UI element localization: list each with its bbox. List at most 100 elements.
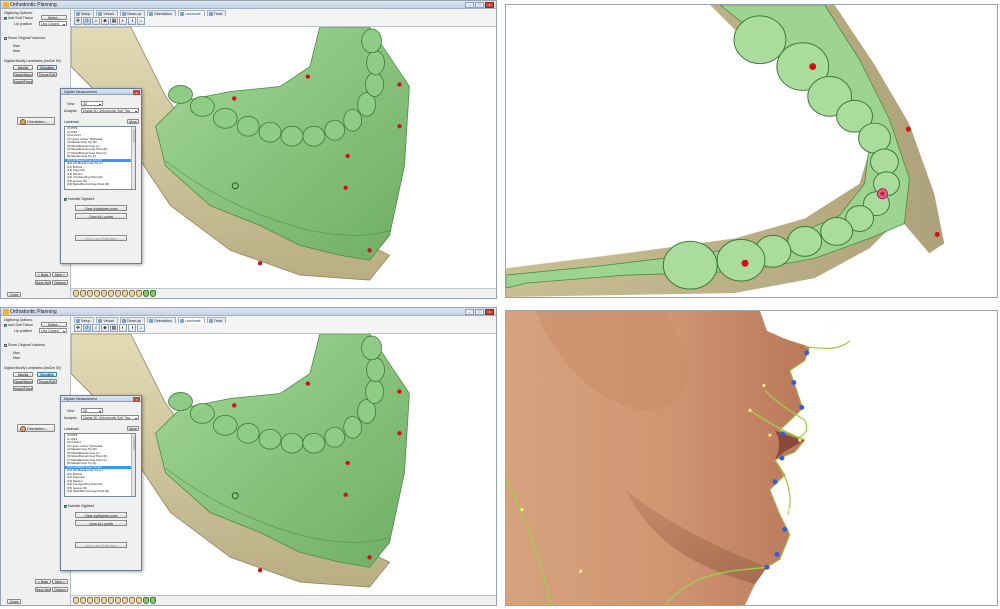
rotate-tool-icon[interactable]: ⟳ xyxy=(83,17,91,25)
tooth-icon[interactable] xyxy=(143,290,149,297)
options-button[interactable]: Options xyxy=(52,587,68,592)
tab-clean-up[interactable]: Clean-up xyxy=(119,317,146,323)
options-button[interactable]: Options xyxy=(52,280,68,285)
more-button[interactable]: More xyxy=(127,426,139,431)
tooth-icon[interactable] xyxy=(73,290,79,297)
add-soft-tissue-checkbox[interactable]: Add Soft Tissue xyxy=(4,323,33,327)
orientation-button[interactable]: Orientation... xyxy=(17,424,55,432)
grid-view-icon[interactable]: ▦ xyxy=(110,324,118,332)
back-button[interactable]: < Back xyxy=(35,272,51,277)
tab-virtual[interactable]: Virtual xyxy=(96,317,118,323)
side-view-icon[interactable]: ◑ xyxy=(128,17,136,25)
save-next-button[interactable]: Save Next xyxy=(35,587,51,592)
tooth-icon[interactable] xyxy=(87,290,93,297)
tooth-icon[interactable] xyxy=(108,290,114,297)
tooth-icon[interactable] xyxy=(115,290,121,297)
pan-tool-icon[interactable]: ✥ xyxy=(74,17,82,25)
skull-view-icon[interactable]: ☻ xyxy=(101,324,109,332)
list-scrollbar[interactable] xyxy=(131,434,135,496)
zoom-tool-icon[interactable]: ⌕ xyxy=(92,324,100,332)
home-icon[interactable]: ⌂ xyxy=(137,324,145,332)
tooth-icon[interactable] xyxy=(108,597,114,604)
tab-landmark[interactable]: Landmark xyxy=(177,317,205,323)
show-original-volumes-checkbox[interactable]: Show Original Volumes xyxy=(4,343,45,347)
nasal-button[interactable]: Nasal/Naso xyxy=(13,72,33,77)
tooth-icon[interactable] xyxy=(129,597,135,604)
tooth-icon[interactable] xyxy=(122,290,128,297)
nasal-button[interactable]: Nasal/Naso xyxy=(13,379,33,384)
save-next-button[interactable]: Save Next xyxy=(35,280,51,285)
undo-button[interactable]: Undo Last Digitization xyxy=(75,235,127,241)
lip-position-select[interactable]: Lips Closed xyxy=(39,328,67,333)
analysis-select[interactable]: Digital 3D Orthodontic Soft Tiss xyxy=(81,415,139,420)
tooth-icon[interactable] xyxy=(94,290,100,297)
tissue-button[interactable]: Tissue/Soft xyxy=(37,379,57,384)
maxilla-button[interactable]: Maxilla xyxy=(13,372,33,377)
clear-highlighted-button[interactable]: Clear highlighted point xyxy=(75,205,127,211)
tooth-icon[interactable] xyxy=(80,290,86,297)
list-item[interactable]: (16) MesioBuccal Cusp Point (R) xyxy=(65,182,135,187)
tab-orientation[interactable]: Orientation xyxy=(147,317,176,323)
select-button[interactable]: Select... xyxy=(41,322,67,327)
analysis-select[interactable]: Digital 3D Orthodontic Soft Tiss xyxy=(81,108,139,113)
landmark-list[interactable]: (0) PNS (1) ANS (2) A-Point (3) Upper In… xyxy=(64,433,136,497)
nodal-button[interactable]: Nodal/Fixed xyxy=(13,386,33,391)
tooth-icon[interactable] xyxy=(101,597,107,604)
nodal-button[interactable]: Nodal/Fixed xyxy=(13,79,33,84)
close-window-button[interactable]: × xyxy=(485,2,494,8)
view-select[interactable]: 3D xyxy=(81,101,103,106)
front-view-icon[interactable]: ◐ xyxy=(119,324,127,332)
tab-virtual[interactable]: Virtual xyxy=(96,10,118,16)
mandible-button[interactable]: Mandible xyxy=(37,372,57,377)
add-soft-tissue-checkbox[interactable]: Add Soft Tissue xyxy=(4,16,33,20)
rotate-tool-icon[interactable]: ⟳ xyxy=(83,324,91,332)
clear-all-button[interactable]: Clear ALL points xyxy=(75,520,127,526)
tab-orientation[interactable]: Orientation xyxy=(147,10,176,16)
tab-treat[interactable]: Treat xyxy=(206,10,226,16)
tab-treat[interactable]: Treat xyxy=(206,317,226,323)
maxilla-button[interactable]: Maxilla xyxy=(13,65,33,70)
tooth-icon[interactable] xyxy=(87,597,93,604)
tooth-icon[interactable] xyxy=(80,597,86,604)
back-button[interactable]: < Back xyxy=(35,579,51,584)
tooth-icon[interactable] xyxy=(122,597,128,604)
close-button[interactable]: Close xyxy=(7,292,21,297)
tissue-button[interactable]: Tissue/Soft xyxy=(37,72,57,77)
landmark-list[interactable]: (0) PNS (1) ANS (2) A-Point (3) Upper In… xyxy=(64,126,136,190)
side-view-icon[interactable]: ◑ xyxy=(128,324,136,332)
maximize-button[interactable]: □ xyxy=(475,2,484,8)
dialog-close-icon[interactable]: × xyxy=(133,396,140,402)
zoom-tool-icon[interactable]: ⌕ xyxy=(92,17,100,25)
mandible-button[interactable]: Mandible xyxy=(37,65,57,70)
tooth-icon[interactable] xyxy=(136,597,142,604)
minimize-button[interactable]: – xyxy=(465,309,474,315)
maximize-button[interactable]: □ xyxy=(475,309,484,315)
minimize-button[interactable]: – xyxy=(465,2,474,8)
next-button[interactable]: Next > xyxy=(52,579,68,584)
undo-button[interactable]: Undo Last Digitization xyxy=(75,542,127,548)
tooth-icon[interactable] xyxy=(150,597,156,604)
home-icon[interactable]: ⌂ xyxy=(137,17,145,25)
list-item[interactable]: (16) MesioBuccal Cusp Point (R) xyxy=(65,489,135,494)
skull-view-icon[interactable]: ☻ xyxy=(101,17,109,25)
tooth-icon[interactable] xyxy=(129,290,135,297)
orientation-button[interactable]: Orientation... xyxy=(17,117,55,125)
show-original-volumes-checkbox[interactable]: Show Original Volumes xyxy=(4,36,45,40)
lip-position-select[interactable]: Lips Closed xyxy=(39,21,67,26)
clear-highlighted-button[interactable]: Clear highlighted point xyxy=(75,512,127,518)
tooth-icon[interactable] xyxy=(94,597,100,604)
front-view-icon[interactable]: ◐ xyxy=(119,17,127,25)
tooth-icon[interactable] xyxy=(101,290,107,297)
tab-landmark[interactable]: Landmark xyxy=(177,10,205,16)
select-button[interactable]: Select... xyxy=(41,15,67,20)
tab-clean-up[interactable]: Clean-up xyxy=(119,10,146,16)
tab-setup[interactable]: Setup xyxy=(74,10,95,16)
tooth-icon[interactable] xyxy=(115,597,121,604)
tab-setup[interactable]: Setup xyxy=(74,317,95,323)
tooth-icon[interactable] xyxy=(143,597,149,604)
pan-tool-icon[interactable]: ✥ xyxy=(74,324,82,332)
clear-all-button[interactable]: Clear ALL points xyxy=(75,213,127,219)
more-button[interactable]: More xyxy=(127,119,139,124)
tooth-icon[interactable] xyxy=(136,290,142,297)
view-select[interactable]: 3D xyxy=(81,408,103,413)
